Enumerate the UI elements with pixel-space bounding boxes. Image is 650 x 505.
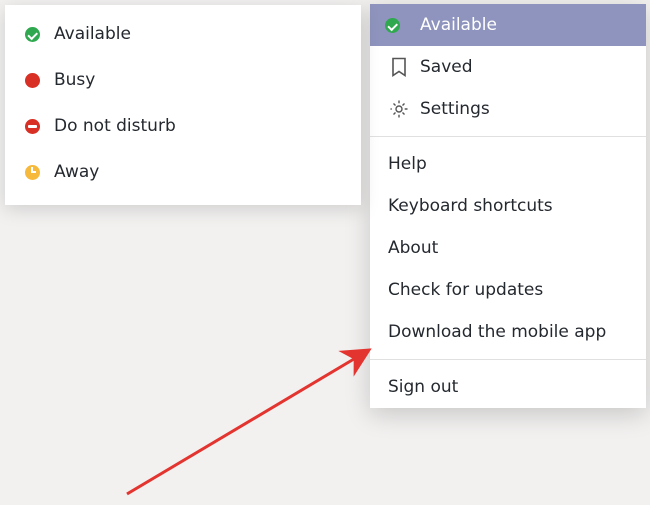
menu-item-label: Saved [420,57,473,77]
menu-item-help[interactable]: Help [370,143,646,185]
status-option-label: Busy [54,70,95,90]
menu-item-saved[interactable]: Saved [370,46,646,88]
menu-item-label: Help [388,154,427,174]
menu-item-label: About [388,238,438,258]
status-busy-icon [25,73,40,88]
menu-item-keyboard-shortcuts[interactable]: Keyboard shortcuts [370,185,646,227]
status-submenu: Available Busy Do not disturb Away [5,5,361,205]
bookmark-icon [388,56,410,78]
gear-icon [388,98,410,120]
menu-item-label: Keyboard shortcuts [388,196,553,216]
status-available-icon [25,27,40,42]
status-option-label: Do not disturb [54,116,176,136]
status-option-away[interactable]: Away [5,149,361,195]
status-dnd-icon [25,119,40,134]
menu-item-label: Download the mobile app [388,322,606,342]
menu-item-label: Settings [420,99,490,119]
status-option-label: Available [54,24,131,44]
status-available-icon [388,14,410,36]
menu-separator [370,136,646,137]
profile-menu: Available Saved Settings Help Keyboard s… [370,4,646,408]
menu-item-status[interactable]: Available [370,4,646,46]
menu-separator [370,359,646,360]
menu-item-download-mobile[interactable]: Download the mobile app [370,311,646,353]
menu-item-label: Sign out [388,377,458,397]
menu-item-label: Available [420,15,497,35]
status-option-available[interactable]: Available [5,11,361,57]
status-option-busy[interactable]: Busy [5,57,361,103]
menu-item-signout[interactable]: Sign out [370,366,646,408]
menu-item-about[interactable]: About [370,227,646,269]
status-option-label: Away [54,162,99,182]
status-option-dnd[interactable]: Do not disturb [5,103,361,149]
status-away-icon [25,165,40,180]
menu-item-check-updates[interactable]: Check for updates [370,269,646,311]
menu-item-settings[interactable]: Settings [370,88,646,130]
menu-item-label: Check for updates [388,280,543,300]
